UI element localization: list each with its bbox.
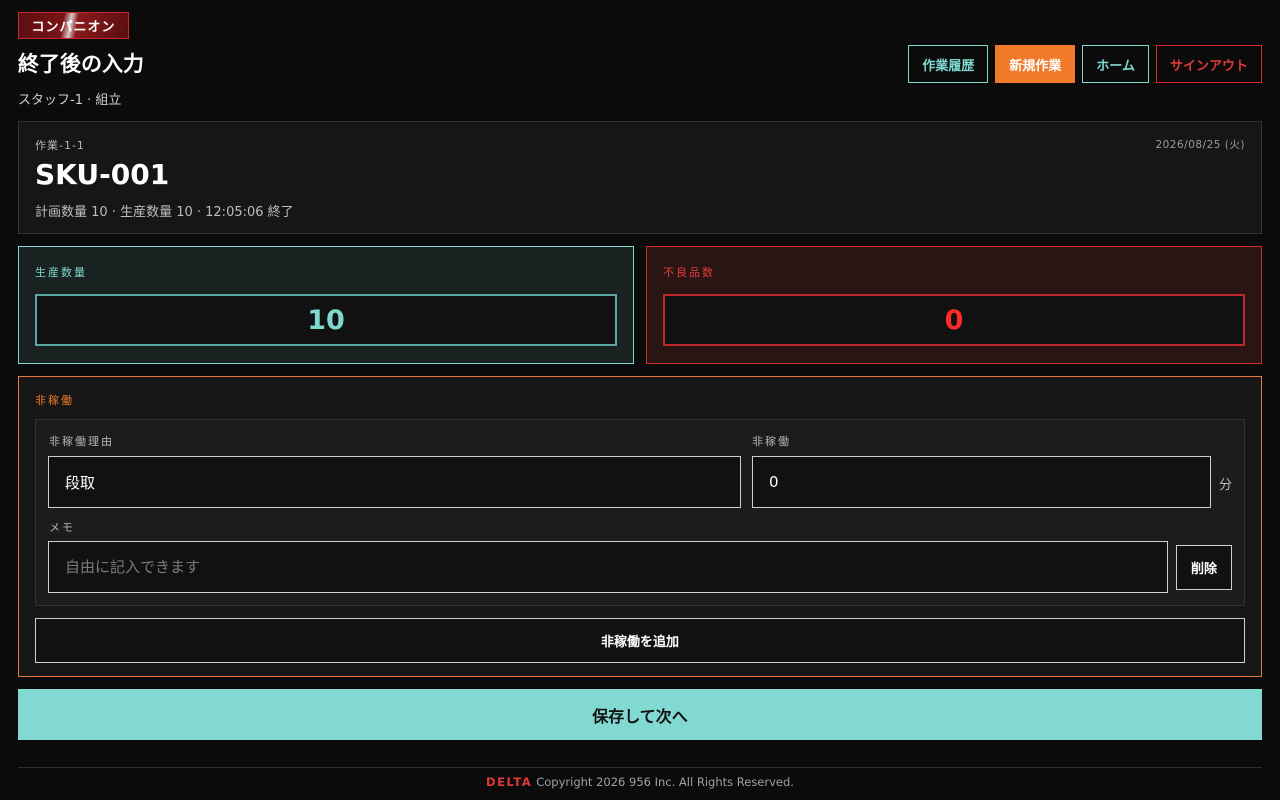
home-button[interactable]: ホーム <box>1082 45 1149 83</box>
job-date: 2026/08/25 (火) <box>1155 139 1245 151</box>
downtime-title: 非稼働 <box>35 394 74 407</box>
brand-badge: コンパニオン <box>18 12 129 39</box>
defect-qty-label: 不良品数 <box>663 266 715 279</box>
production-qty-label: 生産数量 <box>35 266 87 279</box>
job-sku: SKU-001 <box>35 158 170 191</box>
defect-qty-input[interactable]: 0 <box>663 294 1245 346</box>
new-job-button[interactable]: 新規作業 <box>995 45 1076 83</box>
footer-divider <box>18 767 1262 768</box>
downtime-minutes-label: 非稼働 <box>752 435 791 448</box>
production-qty-input[interactable]: 10 <box>35 294 617 346</box>
downtime-section: 非稼働 非稼働理由 段取 非稼働 分 メモ 削除 非稼働を追加 <box>18 376 1262 677</box>
add-downtime-button[interactable]: 非稼働を追加 <box>35 618 1245 663</box>
footer-brand: DELTA <box>486 775 533 789</box>
job-summary-card: 作業-1-1 2026/08/25 (火) SKU-001 計画数量 10 · … <box>18 121 1262 234</box>
save-next-button[interactable]: 保存して次へ <box>18 689 1262 740</box>
top-nav: 作業履歴 新規作業 ホーム サインアウト <box>908 45 1262 83</box>
footer-copyright: Copyright 2026 956 Inc. All Rights Reser… <box>536 775 794 789</box>
memo-label: メモ <box>49 521 75 534</box>
downtime-minutes-input[interactable] <box>752 456 1211 508</box>
sign-out-button[interactable]: サインアウト <box>1155 45 1262 83</box>
job-meta: 計画数量 10 · 生産数量 10 · 12:05:06 終了 <box>35 205 294 220</box>
page-subtitle: スタッフ-1 · 組立 <box>18 93 122 108</box>
job-id: 作業-1-1 <box>35 139 85 152</box>
downtime-reason-label: 非稼働理由 <box>49 435 114 448</box>
defect-qty-card: 不良品数 0 <box>646 246 1262 364</box>
history-button[interactable]: 作業履歴 <box>908 45 989 83</box>
memo-input[interactable] <box>48 541 1168 593</box>
minutes-unit: 分 <box>1219 478 1233 493</box>
downtime-reason-select[interactable]: 段取 <box>48 456 741 508</box>
page: コンパニオン 終了後の入力 スタッフ-1 · 組立 作業履歴 新規作業 ホーム … <box>0 0 1280 800</box>
production-qty-card: 生産数量 10 <box>18 246 634 364</box>
downtime-entry: 非稼働理由 段取 非稼働 分 メモ 削除 <box>35 419 1245 606</box>
footer: DELTA Copyright 2026 956 Inc. All Rights … <box>0 775 1280 789</box>
delete-downtime-button[interactable]: 削除 <box>1176 545 1232 590</box>
page-title: 終了後の入力 <box>18 52 144 76</box>
